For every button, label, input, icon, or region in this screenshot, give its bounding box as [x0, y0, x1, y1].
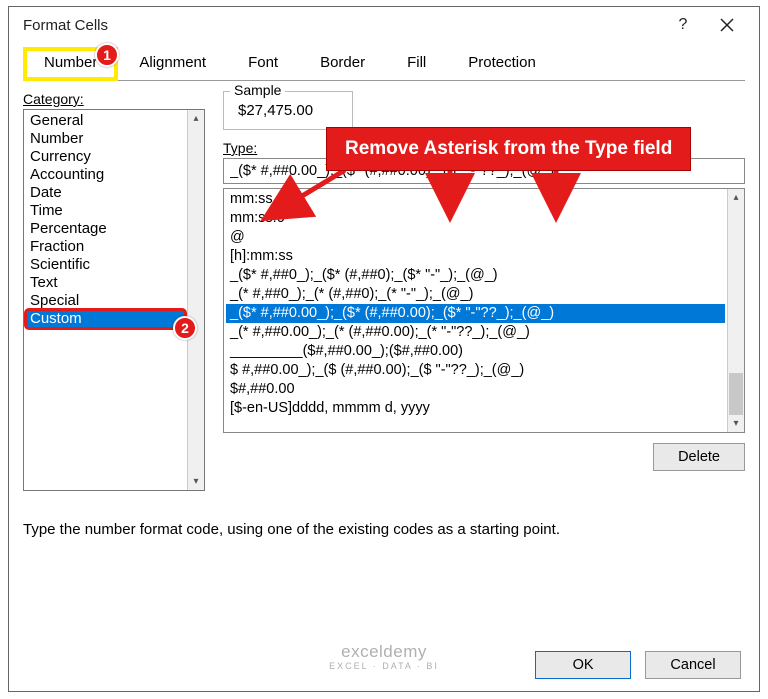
annotation-badge-2: 2 — [173, 316, 197, 340]
annotation-arrows — [0, 0, 768, 699]
annotation-badge-1: 1 — [95, 43, 119, 67]
annotation-callout: Remove Asterisk from the Type field — [326, 127, 691, 171]
